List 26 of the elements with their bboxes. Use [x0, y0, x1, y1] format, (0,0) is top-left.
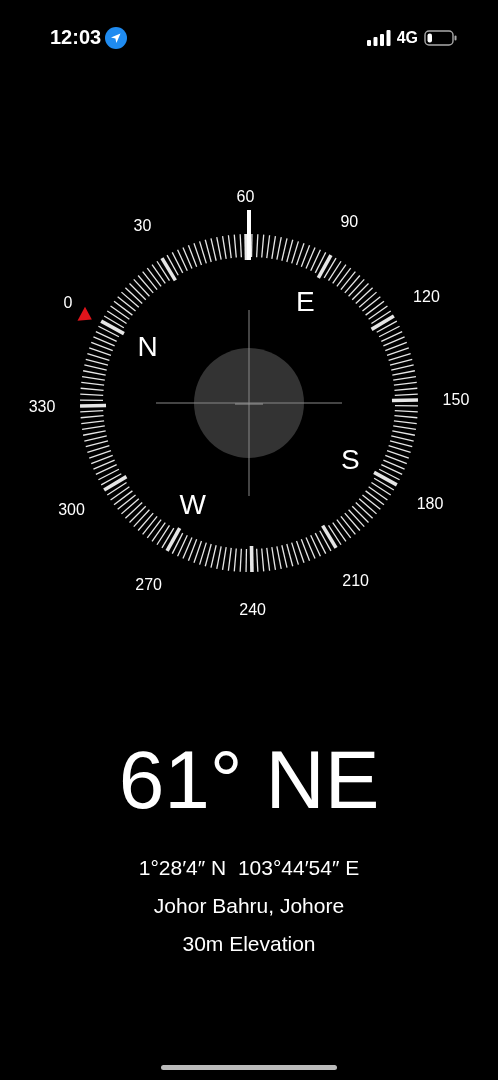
degree-label: 60 — [236, 187, 255, 205]
degree-label: 0 — [63, 294, 73, 312]
coordinates-text: 1°28′4″ N 103°44′54″ E — [138, 855, 360, 881]
clock-time: 12:03 — [50, 26, 102, 49]
degree-label: 270 — [135, 575, 162, 593]
degree-label: 240 — [239, 601, 266, 619]
cardinal-label: W — [179, 488, 206, 520]
location-text: Johor Bahru, Johore — [153, 893, 345, 919]
north-marker — [77, 306, 92, 321]
degree-label: 330 — [28, 398, 56, 416]
heading-reading: 61° NE — [118, 735, 380, 825]
network-type: 4G — [396, 28, 418, 47]
heading-needle — [247, 210, 251, 260]
elevation-text: 30m Elevation — [182, 931, 316, 957]
degree-label: 90 — [340, 213, 359, 231]
battery-icon — [424, 29, 458, 46]
signal-icon — [366, 29, 391, 46]
degree-label: 120 — [413, 287, 440, 305]
degree-label: 210 — [342, 571, 369, 589]
cardinal-label: E — [295, 286, 315, 318]
cardinal-label: N — [137, 331, 158, 363]
degree-label: 150 — [442, 390, 470, 408]
cardinal-label: S — [341, 443, 360, 475]
degree-label: 180 — [416, 494, 444, 512]
degree-label: 30 — [133, 217, 152, 235]
degree-label: 300 — [58, 501, 85, 519]
